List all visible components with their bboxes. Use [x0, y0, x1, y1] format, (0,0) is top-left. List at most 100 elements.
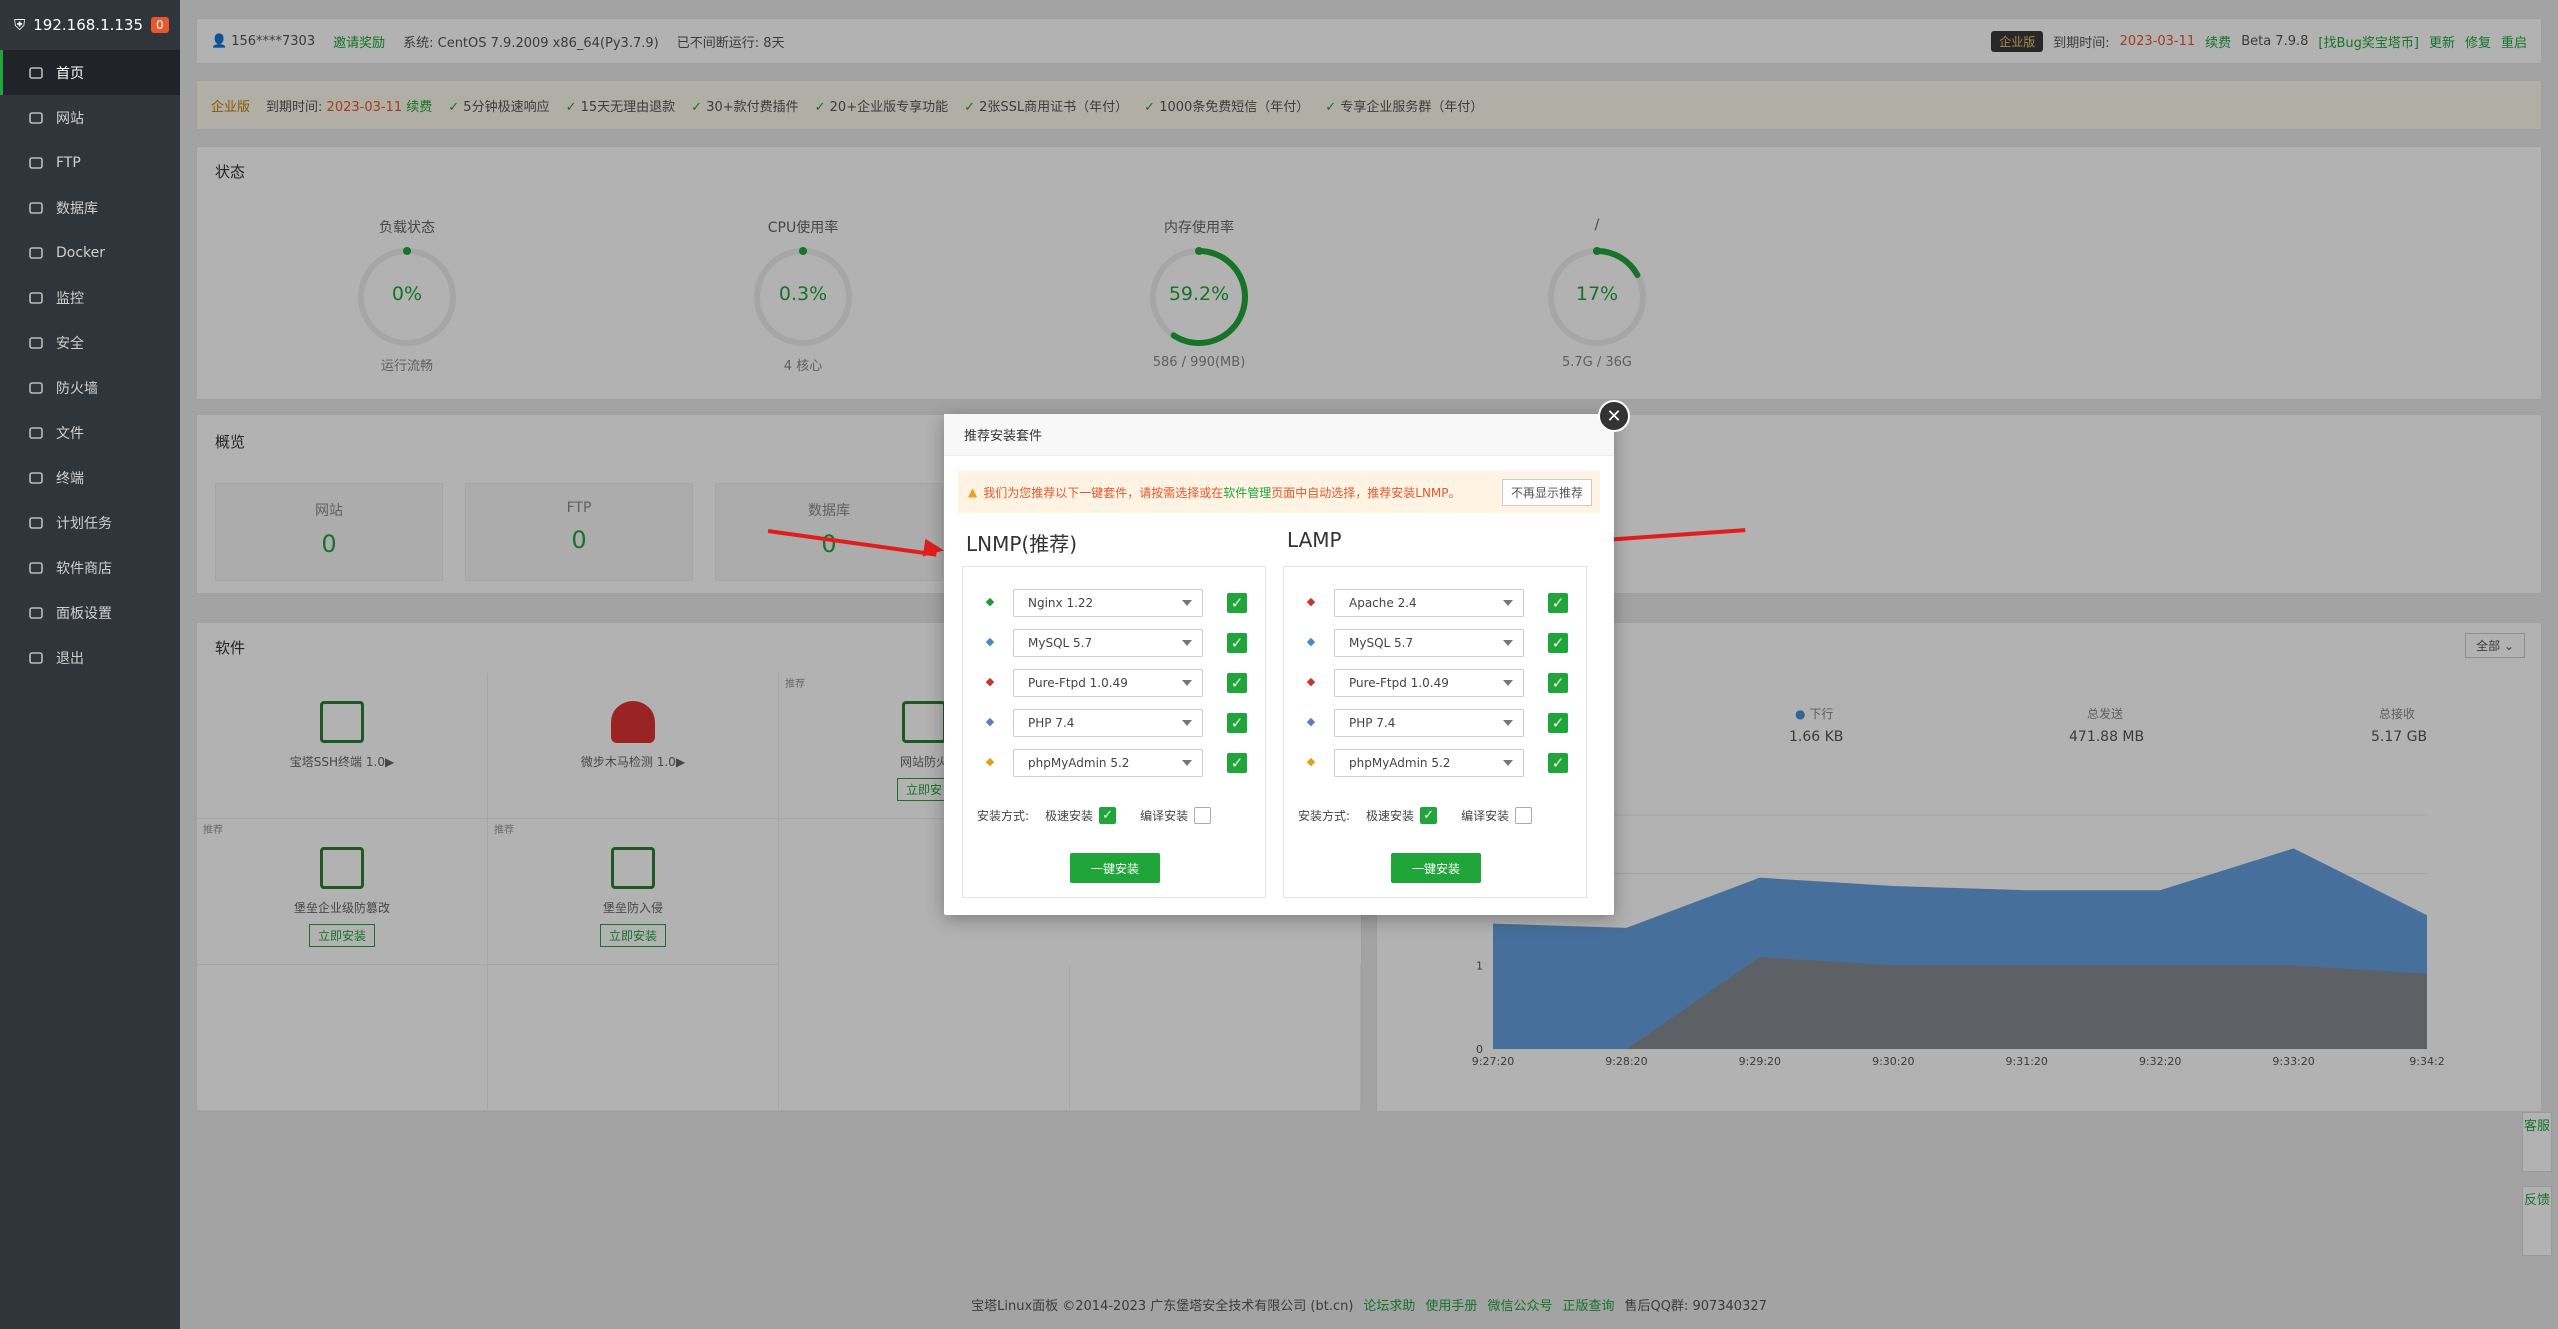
fast-install-label: 极速安装	[1045, 809, 1094, 823]
version-select[interactable]: Pure-Ftpd 1.0.49	[1013, 669, 1203, 697]
ftp-icon	[29, 156, 43, 169]
component-checkbox[interactable]: ✓	[1548, 633, 1568, 653]
sidebar-header: ⛨ 192.168.1.135 0	[0, 0, 180, 50]
version-select[interactable]: MySQL 5.7	[1334, 629, 1524, 657]
sidebar-item-3[interactable]: 数据库	[0, 185, 180, 230]
no-show-again-button[interactable]: 不再显示推荐	[1501, 478, 1592, 506]
compile-install-checkbox[interactable]	[1515, 807, 1533, 824]
component-checkbox[interactable]: ✓	[1227, 593, 1247, 613]
sidebar-item-1[interactable]: 网站	[0, 95, 180, 140]
version-select[interactable]: Pure-Ftpd 1.0.49	[1334, 669, 1524, 697]
fast-install-checkbox[interactable]: ✓	[1099, 807, 1117, 824]
settings-icon	[29, 606, 43, 619]
fast-install-checkbox[interactable]: ✓	[1420, 807, 1438, 824]
sidebar-item-label: 首页	[56, 65, 84, 82]
install-method: 安装方式: 极速安装 ✓ 编译安装	[977, 807, 1212, 824]
red-arrowhead-left	[922, 538, 946, 560]
sidebar-item-label: FTP	[56, 154, 81, 171]
sidebar-item-0[interactable]: 首页	[0, 50, 180, 95]
install-method-label: 安装方式:	[977, 809, 1030, 823]
component-checkbox[interactable]: ✓	[1227, 673, 1247, 693]
mysql-icon: ◆	[985, 635, 995, 648]
version-select[interactable]: PHP 7.4	[1334, 709, 1524, 737]
ftp-icon: ◆	[985, 675, 995, 688]
nginx-icon: ◆	[985, 595, 995, 608]
version-select[interactable]: PHP 7.4	[1013, 709, 1203, 737]
sidebar-item-6[interactable]: 安全	[0, 320, 180, 365]
sidebar-item-label: 网站	[56, 110, 84, 127]
version-select[interactable]: phpMyAdmin 5.2	[1334, 749, 1524, 777]
component-checkbox[interactable]: ✓	[1548, 753, 1568, 773]
phpmyadmin-icon: ◆	[985, 755, 995, 768]
sidebar-item-8[interactable]: 文件	[0, 410, 180, 455]
php-icon: ◆	[985, 715, 995, 728]
warning-text: 我们为您推荐以下一键套件，请按需选择或在软件管理页面中自动选择，推荐安装LNMP…	[983, 485, 1461, 500]
version-select[interactable]: Nginx 1.22	[1013, 589, 1203, 617]
compile-install-checkbox[interactable]	[1194, 807, 1212, 824]
notification-badge[interactable]: 0	[151, 17, 169, 33]
component-checkbox[interactable]: ✓	[1227, 713, 1247, 733]
version-select-value: MySQL 5.7	[1028, 636, 1093, 650]
phpmyadmin-icon: ◆	[1306, 755, 1316, 768]
install-method-label: 安装方式:	[1298, 809, 1351, 823]
close-icon[interactable]: ✕	[1598, 400, 1630, 432]
version-select-value: PHP 7.4	[1349, 716, 1396, 730]
monitor-icon	[29, 291, 43, 304]
stack-box-1: ◆ Apache 2.4 ✓ ◆ MySQL 5.7 ✓ ◆ Pure-Ftpd 1.0.49…	[1283, 566, 1587, 898]
component-checkbox[interactable]: ✓	[1548, 593, 1568, 613]
one-click-install-button[interactable]: 一键安装	[1391, 853, 1481, 883]
apache-icon: ◆	[1306, 595, 1316, 608]
stack-title: LAMP	[1287, 528, 1342, 552]
warning-icon: ▲	[968, 485, 978, 499]
sidebar-item-11[interactable]: 软件商店	[0, 545, 180, 590]
sidebar-item-5[interactable]: 监控	[0, 275, 180, 320]
compile-install-label: 编译安装	[1461, 809, 1510, 823]
sidebar-item-label: Docker	[56, 244, 106, 261]
database-icon	[29, 201, 43, 214]
logout-icon	[29, 651, 43, 664]
component-checkbox[interactable]: ✓	[1548, 713, 1568, 733]
firewall-icon	[29, 381, 43, 394]
install-method: 安装方式: 极速安装 ✓ 编译安装	[1298, 807, 1533, 824]
component-checkbox[interactable]: ✓	[1227, 633, 1247, 653]
version-select[interactable]: Apache 2.4	[1334, 589, 1524, 617]
version-select-value: Pure-Ftpd 1.0.49	[1028, 676, 1128, 690]
version-select-value: Nginx 1.22	[1028, 596, 1094, 610]
dialog-title: 推荐安装套件	[944, 414, 1614, 456]
one-click-install-button[interactable]: 一键安装	[1070, 853, 1160, 883]
globe-icon	[29, 111, 43, 124]
sidebar-item-4[interactable]: Docker	[0, 230, 180, 275]
version-select[interactable]: phpMyAdmin 5.2	[1013, 749, 1203, 777]
terminal-icon	[29, 471, 43, 484]
sidebar-item-label: 面板设置	[56, 605, 112, 622]
sidebar-item-13[interactable]: 退出	[0, 635, 180, 680]
folder-icon	[29, 426, 43, 439]
component-checkbox[interactable]: ✓	[1227, 753, 1247, 773]
version-select-value: PHP 7.4	[1028, 716, 1075, 730]
sidebar-item-12[interactable]: 面板设置	[0, 590, 180, 635]
sidebar-item-label: 防火墙	[56, 380, 98, 397]
sidebar-item-label: 安全	[56, 335, 84, 352]
version-select-value: MySQL 5.7	[1349, 636, 1414, 650]
grid-icon	[29, 561, 43, 574]
sidebar-item-10[interactable]: 计划任务	[0, 500, 180, 545]
sidebar-item-label: 终端	[56, 470, 84, 487]
stack-title: LNMP(推荐)	[966, 532, 1078, 556]
sidebar-item-9[interactable]: 终端	[0, 455, 180, 500]
recommend-install-dialog: 推荐安装套件 ✕ ▲ 我们为您推荐以下一键套件，请按需选择或在软件管理页面中自动…	[944, 400, 1630, 915]
version-select[interactable]: MySQL 5.7	[1013, 629, 1203, 657]
shield-icon	[29, 336, 43, 349]
version-select-value: phpMyAdmin 5.2	[1349, 756, 1451, 770]
sidebar-item-2[interactable]: FTP	[0, 140, 180, 185]
docker-icon	[29, 246, 43, 259]
sidebar-item-label: 软件商店	[56, 560, 112, 577]
software-manage-link[interactable]: 软件管理	[1223, 486, 1271, 500]
compile-install-label: 编译安装	[1140, 809, 1189, 823]
version-select-value: Apache 2.4	[1349, 596, 1417, 610]
version-select-value: Pure-Ftpd 1.0.49	[1349, 676, 1449, 690]
component-checkbox[interactable]: ✓	[1548, 673, 1568, 693]
version-select-value: phpMyAdmin 5.2	[1028, 756, 1130, 770]
stack-box-0: ◆ Nginx 1.22 ✓ ◆ MySQL 5.7 ✓ ◆ Pure-Ftpd 1.0.49…	[962, 566, 1266, 898]
sidebar-item-label: 文件	[56, 425, 84, 442]
sidebar-item-7[interactable]: 防火墙	[0, 365, 180, 410]
